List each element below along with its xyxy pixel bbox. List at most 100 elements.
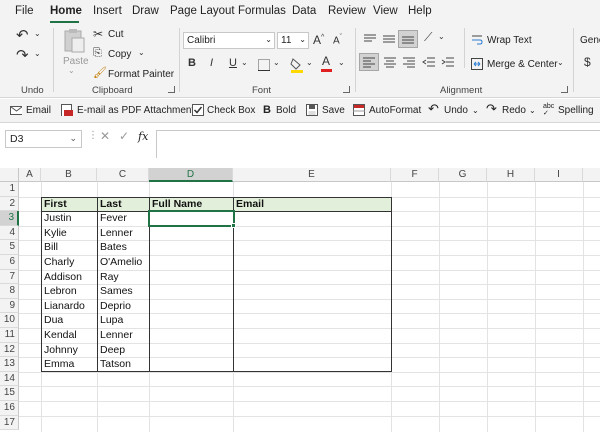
- bold-icon[interactable]: B: [263, 104, 271, 116]
- align-center-icon[interactable]: [383, 56, 397, 68]
- copy-button[interactable]: Copy: [108, 49, 131, 60]
- tab-draw[interactable]: Draw: [132, 5, 159, 17]
- email-icon[interactable]: [10, 104, 22, 116]
- bold-button[interactable]: B: [188, 57, 196, 69]
- row-header-4[interactable]: 4: [0, 225, 19, 241]
- chevron-down-icon[interactable]: ⌄: [273, 58, 280, 67]
- check-box-button[interactable]: Check Box: [207, 105, 255, 116]
- row-header-11[interactable]: 11: [0, 328, 19, 343]
- cancel-icon[interactable]: ✕: [100, 129, 110, 143]
- row-header-15[interactable]: 15: [0, 386, 19, 401]
- copy-icon[interactable]: ⎘: [93, 47, 102, 60]
- tab-view[interactable]: View: [373, 5, 398, 17]
- format-painter-button[interactable]: Format Painter: [108, 69, 174, 80]
- spelling-icon[interactable]: abc ✓: [543, 103, 554, 117]
- autoformat-button[interactable]: AutoFormat: [369, 105, 421, 116]
- chevron-down-icon[interactable]: ⌄: [34, 49, 41, 58]
- align-left-button[interactable]: [359, 53, 379, 71]
- font-launcher-icon[interactable]: [343, 86, 350, 93]
- decrease-font-size-icon[interactable]: Aˇ: [333, 34, 342, 46]
- chevron-down-icon[interactable]: ⌄: [138, 48, 145, 57]
- cut-icon[interactable]: ✂: [93, 27, 103, 41]
- orientation-icon[interactable]: ⟋: [424, 30, 432, 45]
- tab-file[interactable]: File: [15, 5, 34, 17]
- fill-color-icon[interactable]: [290, 57, 304, 73]
- font-name-select[interactable]: Calibri ⌄: [183, 32, 275, 49]
- align-top-icon[interactable]: [363, 33, 377, 45]
- email-pdf-button[interactable]: E-mail as PDF Attachment: [77, 105, 194, 116]
- wrap-text-button[interactable]: Wrap Text: [487, 35, 532, 46]
- tab-data[interactable]: Data: [292, 5, 316, 17]
- align-right-icon[interactable]: [402, 56, 416, 68]
- align-bottom-button[interactable]: [398, 30, 418, 48]
- redo-icon[interactable]: ↷: [16, 46, 29, 64]
- active-cell-d3[interactable]: [148, 210, 235, 227]
- column-header-g[interactable]: G: [439, 168, 487, 182]
- chevron-down-icon[interactable]: ⌄: [472, 106, 479, 115]
- row-header-1[interactable]: 1: [0, 182, 19, 197]
- clipboard-launcher-icon[interactable]: [168, 86, 175, 93]
- chevron-down-icon[interactable]: ⌄: [438, 32, 445, 41]
- paste-icon[interactable]: [62, 28, 86, 54]
- tab-page-layout[interactable]: Page Layout: [170, 5, 235, 17]
- formula-input[interactable]: [156, 130, 600, 158]
- spelling-button[interactable]: Spelling: [558, 105, 594, 116]
- cut-button[interactable]: Cut: [108, 29, 124, 40]
- row-header-12[interactable]: 12: [0, 342, 19, 358]
- merge-center-button[interactable]: Merge & Center: [487, 59, 558, 70]
- save-button[interactable]: Save: [322, 105, 345, 116]
- select-all-corner[interactable]: [0, 168, 19, 182]
- currency-icon[interactable]: $: [584, 55, 591, 69]
- undo-icon[interactable]: ↶: [16, 26, 29, 44]
- column-header-b[interactable]: B: [41, 168, 97, 182]
- name-box[interactable]: D3 ⌄: [5, 130, 82, 148]
- tab-formulas[interactable]: Formulas: [238, 5, 286, 17]
- wrap-text-icon[interactable]: [471, 34, 483, 46]
- chevron-down-icon[interactable]: ⌄: [68, 66, 75, 75]
- chevron-down-icon[interactable]: ⌄: [241, 58, 248, 67]
- bold-qat-button[interactable]: Bold: [276, 105, 296, 116]
- row-header-6[interactable]: 6: [0, 255, 19, 270]
- chevron-down-icon[interactable]: ⌄: [529, 106, 536, 115]
- email-button[interactable]: Email: [26, 105, 51, 116]
- underline-button[interactable]: U: [229, 57, 237, 69]
- undo-qat-button[interactable]: Undo: [444, 105, 468, 116]
- borders-icon[interactable]: [258, 59, 270, 71]
- column-header-f[interactable]: F: [391, 168, 439, 182]
- row-header-14[interactable]: 14: [0, 371, 19, 387]
- paste-button[interactable]: Paste: [63, 56, 89, 67]
- fill-handle[interactable]: [231, 223, 236, 228]
- email-pdf-icon[interactable]: [61, 104, 73, 116]
- column-header-i[interactable]: I: [535, 168, 583, 182]
- row-header-2[interactable]: 2: [0, 196, 19, 212]
- column-header-a[interactable]: A: [19, 168, 41, 182]
- row-header-5[interactable]: 5: [0, 240, 19, 255]
- column-header-e[interactable]: E: [233, 168, 391, 182]
- row-header-3[interactable]: 3: [0, 211, 19, 226]
- undo-icon[interactable]: ↶: [428, 101, 439, 117]
- row-header-17[interactable]: 17: [0, 415, 19, 431]
- row-header-7[interactable]: 7: [0, 269, 19, 285]
- check-box-icon[interactable]: [192, 104, 204, 116]
- font-size-select[interactable]: 11 ⌄: [277, 32, 309, 49]
- chevron-down-icon[interactable]: ⌄: [338, 58, 345, 67]
- insert-function-button[interactable]: fx: [138, 130, 148, 143]
- align-middle-icon[interactable]: [382, 33, 396, 45]
- save-icon[interactable]: [306, 104, 318, 116]
- row-header-10[interactable]: 10: [0, 313, 19, 328]
- enter-icon[interactable]: ✓: [119, 129, 129, 143]
- tab-help[interactable]: Help: [408, 5, 432, 17]
- decrease-indent-icon[interactable]: [422, 56, 436, 68]
- merge-center-icon[interactable]: [471, 58, 483, 70]
- column-header-c[interactable]: C: [97, 168, 149, 182]
- column-header-h[interactable]: H: [487, 168, 535, 182]
- font-color-icon[interactable]: A: [322, 54, 330, 68]
- chevron-down-icon[interactable]: ⌄: [306, 58, 313, 67]
- chevron-down-icon[interactable]: ⌄: [557, 58, 564, 67]
- chevron-down-icon[interactable]: ⌄: [34, 29, 41, 38]
- tab-insert[interactable]: Insert: [93, 5, 122, 17]
- row-header-9[interactable]: 9: [0, 298, 19, 314]
- column-header-j[interactable]: [583, 168, 600, 182]
- alignment-launcher-icon[interactable]: [561, 86, 568, 93]
- row-header-8[interactable]: 8: [0, 284, 19, 299]
